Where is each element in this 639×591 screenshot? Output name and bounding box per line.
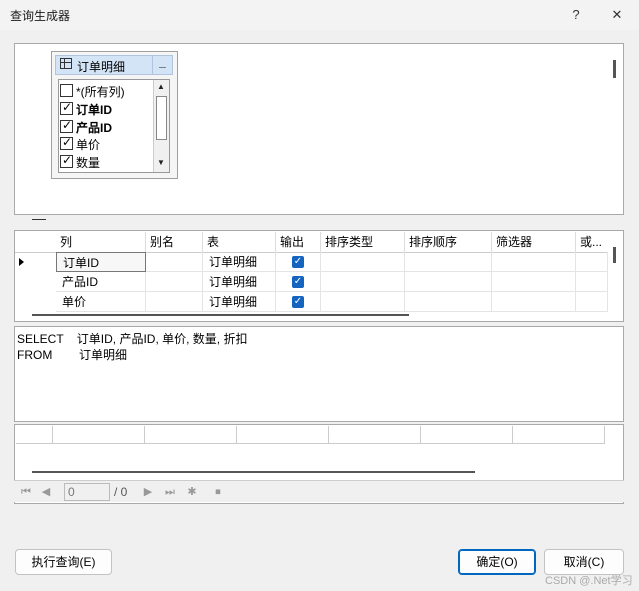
watermark: CSDN @.Net学习 xyxy=(545,575,633,587)
cell-table[interactable]: 订单明细 xyxy=(203,272,276,292)
grid-header-alias[interactable]: 别名 xyxy=(146,232,203,252)
results-cell xyxy=(16,426,53,444)
window-title: 查询生成器 xyxy=(10,9,71,23)
results-cell xyxy=(237,426,329,444)
cell-output[interactable]: ✓ xyxy=(276,292,321,312)
output-checkbox[interactable]: ✓ xyxy=(292,256,304,268)
grid-header-sort-type[interactable]: 排序类型 xyxy=(321,232,405,252)
grid-row[interactable]: 产品ID 订单明细 ✓ xyxy=(15,272,608,292)
cell-filter[interactable] xyxy=(492,272,576,292)
cell-sort-order[interactable] xyxy=(405,292,492,312)
cell-sort-order[interactable] xyxy=(405,252,492,272)
cell-output[interactable]: ✓ xyxy=(276,272,321,292)
cell-table[interactable]: 订单明细 xyxy=(203,292,276,312)
grid-header-table[interactable]: 表 xyxy=(203,232,276,252)
new-record-icon[interactable]: ✱ xyxy=(184,484,200,500)
page-total: / 0 xyxy=(114,485,128,499)
table-name: 订单明细 xyxy=(77,60,126,74)
column-label: 数量 xyxy=(76,156,101,170)
cell-sort-type[interactable] xyxy=(321,272,405,292)
scroll-thumb[interactable] xyxy=(156,96,167,140)
diagram-scrollbar[interactable] xyxy=(613,60,616,78)
close-button[interactable]: ✕ xyxy=(604,4,630,26)
cell-or[interactable] xyxy=(576,272,608,292)
page-input[interactable]: 0 xyxy=(64,483,110,501)
table-icon xyxy=(60,58,72,69)
output-checkbox[interactable]: ✓ xyxy=(292,296,304,308)
output-checkbox[interactable]: ✓ xyxy=(292,276,304,288)
grid-header-column[interactable]: 列 xyxy=(56,232,146,252)
first-record-icon[interactable]: ⏮ xyxy=(18,484,34,500)
ok-button[interactable]: 确定(O) xyxy=(458,549,536,575)
cell-table[interactable]: 订单明细 xyxy=(203,252,276,272)
cell-filter[interactable] xyxy=(492,252,576,272)
cell-sort-type[interactable] xyxy=(321,292,405,312)
cell-output[interactable]: ✓ xyxy=(276,252,321,272)
checkbox[interactable] xyxy=(60,153,73,168)
scroll-down-icon[interactable]: ▼ xyxy=(157,158,165,167)
column-label: *(所有列) xyxy=(76,85,125,99)
sql-select-line[interactable]: SELECT 订单ID, 产品ID, 单价, 数量, 折扣 xyxy=(17,330,247,347)
grid-row[interactable]: 订单ID 订单明细 ✓ xyxy=(15,252,608,272)
pane-divider[interactable] xyxy=(32,219,46,220)
results-hscrollbar[interactable] xyxy=(32,471,475,473)
column-label: 单价 xyxy=(76,138,101,152)
cell-filter[interactable] xyxy=(492,292,576,312)
cell-or[interactable] xyxy=(576,252,608,272)
column-label: 产品ID xyxy=(76,121,113,135)
cell-or[interactable] xyxy=(576,292,608,312)
grid-vscrollbar[interactable] xyxy=(613,247,616,263)
grid-header-or[interactable]: 或... xyxy=(576,232,608,252)
title-bar xyxy=(0,0,639,30)
stop-icon[interactable]: ⏹ xyxy=(210,484,226,500)
grid-row[interactable]: 单价 订单明细 ✓ xyxy=(15,292,608,312)
cell-column[interactable]: 订单ID xyxy=(56,252,146,272)
cell-column[interactable]: 产品ID xyxy=(56,272,146,292)
sql-from-line[interactable]: FROM 订单明细 xyxy=(17,346,127,363)
grid-header-sort-order[interactable]: 排序顺序 xyxy=(405,232,492,252)
grid-hscrollbar[interactable] xyxy=(32,314,409,316)
results-cell xyxy=(145,426,237,444)
results-cell xyxy=(513,426,605,444)
results-cell xyxy=(53,426,145,444)
checkbox[interactable] xyxy=(60,100,73,115)
cell-alias[interactable] xyxy=(146,292,203,312)
column-list-scrollbar[interactable]: ▲ ▼ xyxy=(153,80,169,172)
checkbox[interactable] xyxy=(60,84,73,97)
cell-sort-type[interactable] xyxy=(321,252,405,272)
checkbox[interactable] xyxy=(60,135,73,150)
next-record-icon[interactable]: ▶ xyxy=(140,484,156,500)
cell-alias[interactable] xyxy=(146,252,203,272)
scroll-up-icon[interactable]: ▲ xyxy=(157,82,165,91)
cell-sort-order[interactable] xyxy=(405,272,492,292)
last-record-icon[interactable]: ⏭ xyxy=(162,484,178,500)
cell-column[interactable]: 单价 xyxy=(56,292,146,312)
checkbox[interactable] xyxy=(60,118,73,133)
cell-alias[interactable] xyxy=(146,272,203,292)
grid-header-output[interactable]: 输出 xyxy=(276,232,321,252)
previous-record-icon[interactable]: ◀ xyxy=(38,484,54,500)
column-label: 订单ID xyxy=(76,103,113,117)
results-cell xyxy=(421,426,513,444)
minimize-button[interactable]: _ xyxy=(152,55,172,74)
help-button[interactable]: ? xyxy=(563,4,589,26)
grid-header-filter[interactable]: 筛选器 xyxy=(492,232,576,252)
execute-query-button[interactable]: 执行查询(E) xyxy=(15,549,112,575)
results-cell xyxy=(329,426,421,444)
